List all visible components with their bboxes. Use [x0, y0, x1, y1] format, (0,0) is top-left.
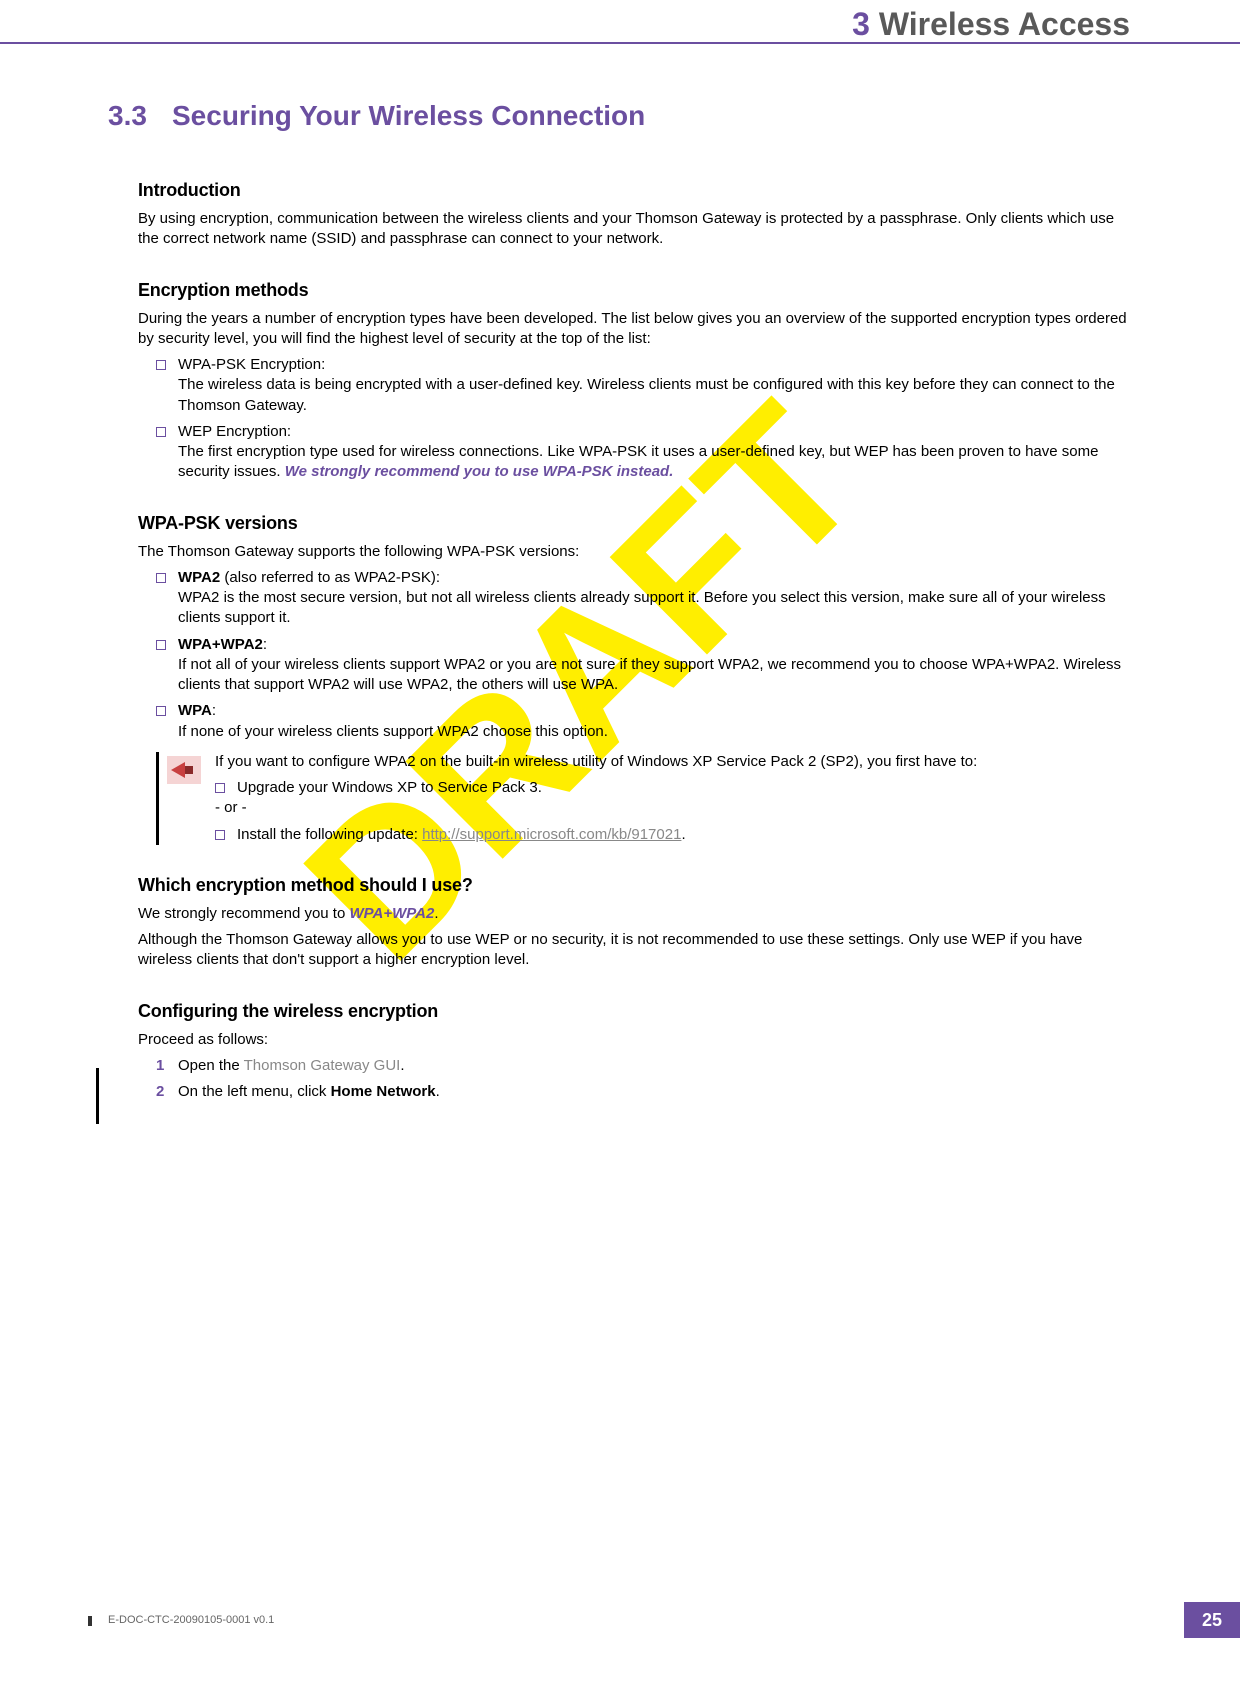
- document-id: E-DOC-CTC-20090105-0001 v0.1: [108, 1614, 274, 1626]
- section-number: 3.3: [108, 100, 172, 132]
- step-number: 2: [156, 1082, 164, 1102]
- text: On the left menu, click: [178, 1083, 331, 1100]
- note-list: Install the following update: http://sup…: [215, 825, 1130, 845]
- text: Open the: [178, 1057, 244, 1074]
- page-footer: E-DOC-CTC-20090105-0001 v0.1 25: [0, 1602, 1240, 1638]
- megaphone-icon: [167, 756, 201, 784]
- step-number: 1: [156, 1056, 164, 1076]
- chapter-header: 3 Wireless Access: [852, 6, 1130, 43]
- list-item: WPA+WPA2: If not all of your wireless cl…: [156, 635, 1130, 696]
- versions-list: WPA2 (also referred to as WPA2-PSK): WPA…: [156, 568, 1130, 742]
- text: .: [434, 905, 438, 922]
- config-steps: 1 Open the Thomson Gateway GUI. 2 On the…: [156, 1056, 1130, 1103]
- version-colon: :: [263, 636, 267, 653]
- chapter-number: 3: [852, 6, 870, 42]
- text: .: [436, 1083, 440, 1100]
- page-number: 25: [1184, 1602, 1240, 1638]
- note-b-pre: Install the following update:: [237, 826, 422, 843]
- header-rule: [0, 42, 1240, 44]
- note-b-post: .: [681, 826, 685, 843]
- config-heading: Configuring the wireless encryption: [138, 1001, 1130, 1022]
- version-paren: (also referred to as WPA2-PSK):: [220, 569, 440, 586]
- list-item: WPA-PSK Encryption: The wireless data is…: [156, 355, 1130, 416]
- versions-lead: The Thomson Gateway supports the followi…: [138, 542, 1130, 562]
- text: .: [400, 1057, 404, 1074]
- methods-lead: During the years a number of encryption …: [138, 309, 1130, 350]
- revision-bar: [96, 1068, 99, 1124]
- version-colon: :: [212, 702, 216, 719]
- note-list: Upgrade your Windows XP to Service Pack …: [215, 778, 1130, 798]
- version-body: If not all of your wireless clients supp…: [178, 656, 1121, 693]
- list-item: Install the following update: http://sup…: [215, 825, 1130, 845]
- which-p2: Although the Thomson Gateway allows you …: [138, 930, 1130, 971]
- version-body: WPA2 is the most secure version, but not…: [178, 589, 1106, 626]
- gui-link: Thomson Gateway GUI: [244, 1057, 401, 1074]
- intro-body: By using encryption, communication betwe…: [138, 209, 1130, 250]
- config-lead: Proceed as follows:: [138, 1030, 1130, 1050]
- section-name: Securing Your Wireless Connection: [172, 100, 645, 131]
- intro-heading: Introduction: [138, 180, 1130, 201]
- which-p1: We strongly recommend you to WPA+WPA2.: [138, 904, 1130, 924]
- list-item: WPA2 (also referred to as WPA2-PSK): WPA…: [156, 568, 1130, 629]
- list-item: 2 On the left menu, click Home Network.: [156, 1082, 1130, 1102]
- kb-link[interactable]: http://support.microsoft.com/kb/917021: [422, 826, 681, 843]
- list-item: 1 Open the Thomson Gateway GUI.: [156, 1056, 1130, 1076]
- item-title: WEP Encryption:: [178, 423, 291, 440]
- note-or: - or -: [215, 798, 1130, 818]
- wpa-link: WPA+WPA2: [349, 905, 434, 922]
- item-title: WPA-PSK Encryption:: [178, 356, 325, 373]
- version-label: WPA+WPA2: [178, 636, 263, 653]
- chapter-name: Wireless Access: [879, 6, 1130, 42]
- version-body: If none of your wireless clients support…: [178, 723, 608, 740]
- menu-name: Home Network: [331, 1083, 436, 1100]
- methods-heading: Encryption methods: [138, 280, 1130, 301]
- note-box: If you want to configure WPA2 on the bui…: [156, 752, 1130, 845]
- list-item: WEP Encryption: The first encryption typ…: [156, 422, 1130, 483]
- wep-recommendation: We strongly recommend you to use WPA-PSK…: [285, 463, 674, 480]
- version-label: WPA: [178, 702, 212, 719]
- methods-list: WPA-PSK Encryption: The wireless data is…: [156, 355, 1130, 483]
- which-heading: Which encryption method should I use?: [138, 875, 1130, 896]
- list-item: WPA: If none of your wireless clients su…: [156, 701, 1130, 742]
- list-item: Upgrade your Windows XP to Service Pack …: [215, 778, 1130, 798]
- text: We strongly recommend you to: [138, 905, 349, 922]
- versions-heading: WPA-PSK versions: [138, 513, 1130, 534]
- note-lead: If you want to configure WPA2 on the bui…: [215, 752, 1130, 772]
- version-label: WPA2: [178, 569, 220, 586]
- item-body: The wireless data is being encrypted wit…: [178, 376, 1115, 413]
